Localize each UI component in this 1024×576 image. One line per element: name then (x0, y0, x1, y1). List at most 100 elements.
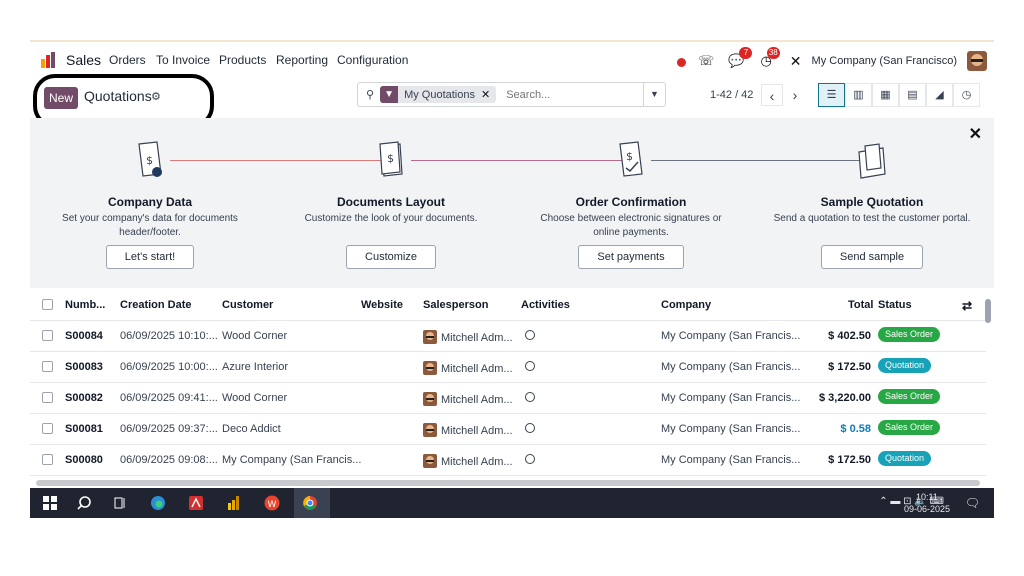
row-checkbox[interactable] (42, 454, 53, 465)
messages-badge: 7 (739, 47, 753, 59)
header-website[interactable]: Website (361, 299, 403, 311)
customer: Wood Corner (222, 392, 288, 404)
search-options-dropdown[interactable]: ▼ (643, 83, 665, 106)
status-badge: Sales Order (878, 389, 941, 404)
lets-start-button[interactable]: Let's start! (105, 245, 195, 269)
salesperson: Mitchell Adm... (423, 361, 513, 375)
step-company-data: $ Company Data Set your company's data f… (40, 138, 260, 269)
menu-configuration[interactable]: Configuration (337, 53, 408, 67)
row-checkbox[interactable] (42, 392, 53, 403)
optional-columns-icon[interactable]: ⇄ (962, 299, 972, 313)
pdf-reader-icon[interactable] (188, 495, 204, 511)
salesperson-avatar (423, 454, 437, 468)
activity-view-button[interactable]: ◷ (953, 83, 980, 107)
activity-clock-icon[interactable] (525, 361, 535, 374)
search-input[interactable] (506, 88, 617, 101)
activity-clock-icon[interactable] (525, 454, 535, 467)
wps-office-icon[interactable]: W (264, 495, 280, 511)
taskbar-date: 09-06-2025 (903, 504, 950, 514)
step-description: Choose between electronic signatures or … (540, 213, 722, 238)
total-amount: $ 402.50 (828, 330, 871, 342)
header-number[interactable]: Numb... (65, 299, 105, 311)
search-facet[interactable]: ▼ My Quotations ✕ (380, 86, 497, 103)
header-activities[interactable]: Activities (521, 299, 570, 311)
company: My Company (San Francis... (661, 423, 801, 435)
taskbar-clock[interactable]: 10:11 09-06-2025 (904, 491, 950, 515)
pager-value[interactable]: 1-42 / 42 (710, 89, 753, 101)
windows-start-icon[interactable] (42, 495, 58, 511)
notifications-icon[interactable]: 🗨 (965, 496, 980, 510)
table-row[interactable]: S00083 06/09/2025 10:00:... Azure Interi… (30, 352, 986, 383)
task-view-icon[interactable] (112, 495, 128, 511)
horizontal-scrollbar[interactable] (36, 480, 980, 486)
graph-view-button[interactable]: ◢ (926, 83, 953, 107)
salesperson: Mitchell Adm... (423, 454, 513, 468)
set-payments-button[interactable]: Set payments (578, 245, 684, 269)
activities-icon[interactable]: ◷ 38 (760, 47, 780, 69)
edge-browser-icon[interactable] (150, 495, 166, 511)
step-documents-layout: $ Documents Layout Customize the look of… (281, 138, 501, 269)
salesperson-name: Mitchell Adm... (441, 456, 513, 468)
systray: ☏ 💬 7 ◷ 38 ✕ My Company (San Francisco) (677, 47, 988, 72)
windows-taskbar: W ⌃ ▬ ⊡ 🔈 ⌨ 10:11 09-06-2025 🗨 (30, 488, 994, 518)
pager-next-button[interactable]: › (784, 84, 806, 106)
row-checkbox[interactable] (42, 330, 53, 341)
row-checkbox[interactable] (42, 361, 53, 372)
salesperson-name: Mitchell Adm... (441, 425, 513, 437)
row-checkbox[interactable] (42, 423, 53, 434)
send-sample-button[interactable]: Send sample (820, 245, 924, 269)
header-creation-date[interactable]: Creation Date (120, 299, 192, 311)
header-salesperson[interactable]: Salesperson (423, 299, 488, 311)
pager-previous-button[interactable]: ‹ (761, 84, 783, 106)
onboarding-panel: ✕ $ Company Data Set your company's data… (30, 118, 994, 288)
salesperson-name: Mitchell Adm... (441, 363, 513, 375)
table-row[interactable]: S00082 06/09/2025 09:41:... Wood Corner … (30, 383, 986, 414)
activity-clock-icon[interactable] (525, 423, 535, 436)
activity-clock-icon[interactable] (525, 392, 535, 405)
sales-app-icon[interactable] (40, 51, 58, 69)
filter-icon: ▼ (380, 86, 399, 103)
header-customer[interactable]: Customer (222, 299, 273, 311)
recording-dot-icon[interactable] (677, 57, 686, 67)
table-row[interactable]: S00084 06/09/2025 10:10:... Wood Corner … (30, 321, 986, 352)
facet-label: My Quotations (404, 88, 475, 101)
messages-icon[interactable]: 💬 7 (728, 47, 753, 69)
search-icon[interactable]: ⚲ (366, 88, 374, 101)
customer: My Company (San Francis... (222, 454, 362, 466)
salesperson-avatar (423, 330, 437, 344)
pivot-view-button[interactable]: ▤ (899, 83, 926, 107)
activity-clock-icon[interactable] (525, 330, 535, 343)
company-switcher[interactable]: My Company (San Francisco) (812, 55, 958, 67)
table-row[interactable]: S00080 06/09/2025 09:08:... My Company (… (30, 445, 986, 476)
phone-icon[interactable]: ☏ (698, 53, 714, 69)
remove-facet-icon[interactable]: ✕ (481, 88, 496, 101)
header-company[interactable]: Company (661, 299, 711, 311)
calendar-view-button[interactable]: ▦ (872, 83, 899, 107)
vertical-scrollbar[interactable] (985, 299, 991, 323)
header-total[interactable]: Total (848, 299, 873, 311)
table-row[interactable]: S00081 06/09/2025 09:37:... Deco Addict … (30, 414, 986, 445)
select-all-checkbox[interactable] (42, 299, 53, 310)
menu-reporting[interactable]: Reporting (276, 53, 328, 67)
search-bar[interactable]: ⚲ ▼ My Quotations ✕ ▼ (357, 82, 666, 107)
step-order-confirmation: $ Order Confirmation Choose between elec… (521, 138, 741, 269)
kanban-view-button[interactable]: ▥ (845, 83, 872, 107)
svg-text:$: $ (146, 154, 153, 167)
step-description: Customize the look of your documents. (304, 213, 478, 224)
odoo-window: Sales Orders To Invoice Products Reporti… (30, 40, 994, 518)
user-avatar[interactable] (967, 51, 988, 71)
document-layout-icon: $ (372, 138, 410, 182)
header-status[interactable]: Status (878, 299, 912, 311)
debug-tools-icon[interactable]: ✕ (790, 53, 802, 70)
menu-products[interactable]: Products (219, 53, 266, 67)
power-bi-icon[interactable] (226, 495, 242, 511)
status-badge: Quotation (878, 358, 932, 373)
app-name[interactable]: Sales (66, 52, 101, 68)
search-icon[interactable] (76, 495, 92, 511)
list-view-button[interactable]: ☰ (818, 83, 845, 107)
chrome-browser-icon[interactable] (302, 495, 318, 511)
step-description: Set your company's data for documents he… (62, 213, 238, 238)
menu-orders[interactable]: Orders (109, 53, 146, 67)
menu-to-invoice[interactable]: To Invoice (156, 53, 210, 67)
customize-button[interactable]: Customize (346, 245, 436, 269)
